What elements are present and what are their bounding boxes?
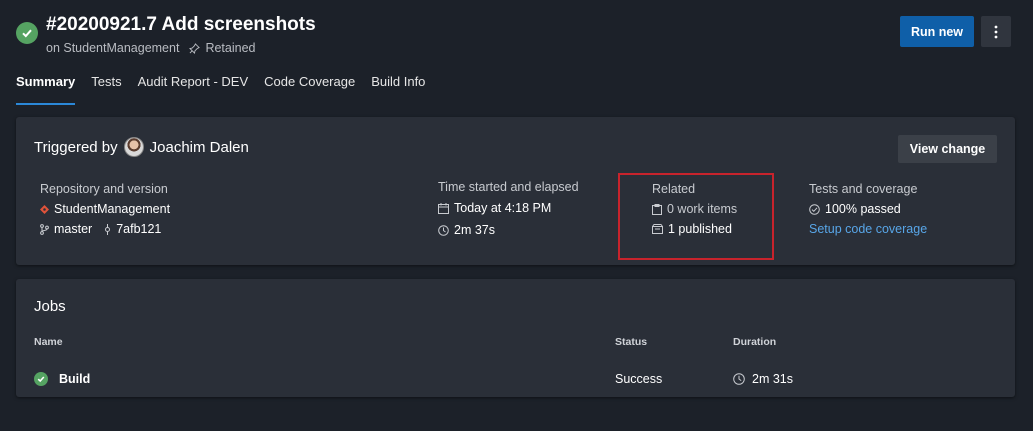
page-title: #20200921.7 Add screenshots [46,14,316,35]
subtitle-repo[interactable]: on StudentManagement [46,41,179,55]
setup-coverage-link[interactable]: Setup code coverage [809,222,927,236]
more-vertical-icon [994,25,998,38]
page-subtitle: on StudentManagement Retained [46,41,255,55]
clock-icon [438,224,449,236]
tests-heading: Tests and coverage [809,182,918,196]
subtitle-retained: Retained [205,41,256,55]
job-duration: 2m 31s [752,372,793,386]
tests-section: Tests and coverage 100% passed Setup cod… [809,182,927,236]
repo-version-row: master 7afb121 [40,222,170,236]
job-name[interactable]: Build [59,372,90,386]
success-check-icon [16,22,38,44]
avatar [123,137,144,157]
triggered-by: Triggered by Joachim Dalen [34,137,249,157]
page-header: #20200921.7 Add screenshots on StudentMa… [0,0,1033,110]
triggered-prefix: Triggered by [34,138,118,156]
time-started-row: Today at 4:18 PM [438,201,579,215]
time-section: Time started and elapsed Today at 4:18 P… [438,180,579,237]
git-repo-icon [40,204,49,214]
tab-bar: Summary Tests Audit Report - DEV Code Co… [16,74,425,105]
tab-code-coverage[interactable]: Code Coverage [264,74,355,105]
column-header-name: Name [34,336,63,348]
tab-build-info[interactable]: Build Info [371,74,425,105]
commit-id[interactable]: 7afb121 [116,222,161,236]
tests-passed-row[interactable]: 100% passed [809,202,927,216]
commit-icon [104,223,111,235]
time-started: Today at 4:18 PM [454,201,552,215]
view-change-button[interactable]: View change [898,135,997,163]
repo-name[interactable]: StudentManagement [54,202,170,216]
pin-icon [189,42,201,54]
tab-audit-report[interactable]: Audit Report - DEV [138,74,249,105]
job-name-cell[interactable]: Build [34,372,90,386]
repo-name-row[interactable]: StudentManagement [40,202,170,216]
tests-passed[interactable]: 100% passed [825,202,901,216]
jobs-card: Jobs Name Status Duration Build Success … [16,279,1015,397]
summary-card: Triggered by Joachim Dalen View change R… [16,117,1015,265]
job-status: Success [615,372,663,386]
branch-icon [40,223,49,235]
success-check-icon [34,372,48,386]
time-elapsed: 2m 37s [454,223,495,237]
run-new-button[interactable]: Run new [900,16,974,47]
repo-section: Repository and version StudentManagement… [40,182,170,236]
job-duration-cell: 2m 31s [733,372,793,386]
tab-tests[interactable]: Tests [91,74,121,105]
clock-icon [733,373,745,385]
column-header-status: Status [615,336,648,348]
time-elapsed-row: 2m 37s [438,223,579,237]
check-circle-icon [809,203,820,215]
jobs-title: Jobs [34,298,66,315]
more-actions-button[interactable] [981,16,1011,47]
calendar-icon [438,202,449,214]
related-highlight-box [618,173,774,260]
branch-name[interactable]: master [54,222,92,236]
column-header-duration: Duration [733,336,777,348]
tab-summary[interactable]: Summary [16,74,76,105]
triggered-user[interactable]: Joachim Dalen [150,139,249,156]
time-heading: Time started and elapsed [438,180,579,194]
repo-heading: Repository and version [40,182,168,196]
